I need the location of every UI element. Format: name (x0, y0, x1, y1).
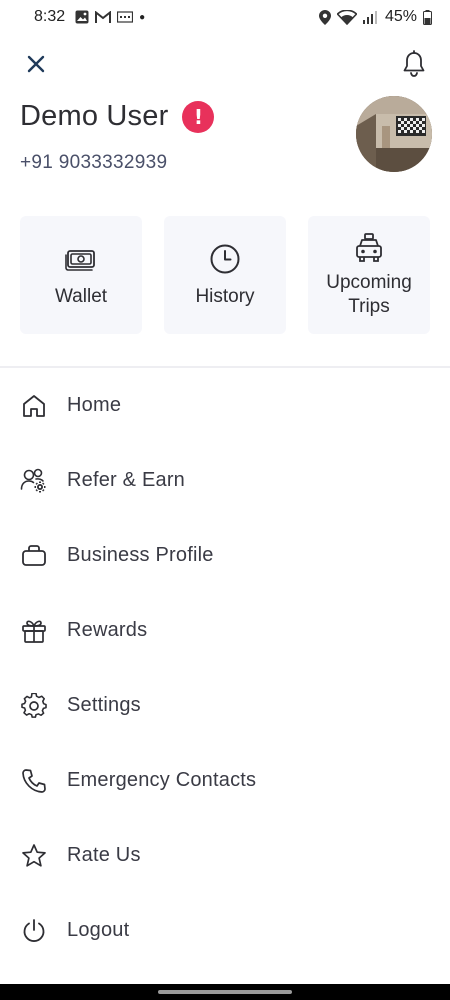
location-icon (318, 9, 331, 25)
menu-item-label: Emergency Contacts (67, 769, 257, 791)
upcoming-trips-card[interactable]: Upcoming Trips (308, 216, 430, 334)
top-actions (0, 48, 450, 80)
profile-phone: +91 9033332939 (20, 152, 168, 173)
status-left: 8:32 ● (34, 8, 145, 26)
menu-item-rate-us[interactable]: Rate Us (0, 818, 450, 893)
phone-icon (20, 767, 48, 795)
history-card[interactable]: History (164, 216, 286, 334)
close-button[interactable] (22, 50, 50, 78)
gear-icon (20, 692, 48, 720)
home-icon (20, 392, 48, 420)
refer-icon (20, 467, 48, 495)
menu-item-logout[interactable]: Logout (0, 893, 450, 968)
menu-item-label: Rate Us (67, 844, 141, 866)
alert-icon: ! (193, 104, 204, 129)
bell-icon (401, 50, 427, 78)
status-right: 45% (318, 8, 432, 26)
menu-item-label: Refer & Earn (67, 469, 186, 491)
sms-icon (117, 11, 134, 23)
avatar[interactable] (356, 96, 432, 172)
status-time: 8:32 (34, 8, 66, 25)
menu-item-label: Logout (67, 919, 130, 941)
profile-alert-badge[interactable]: ! (182, 100, 215, 133)
signal-icon (362, 10, 377, 24)
status-bar: 8:32 ● 45% (0, 0, 450, 34)
star-icon (20, 842, 48, 870)
quick-actions: Wallet History Upcoming Trips (20, 216, 430, 334)
menu-item-label: Business Profile (67, 544, 214, 566)
menu-item-emergency-contacts[interactable]: Emergency Contacts (0, 743, 450, 818)
profile-section: Demo User ! +91 9033332939 (20, 96, 432, 176)
menu-item-business-profile[interactable]: Business Profile (0, 518, 450, 593)
menu-item-refer-earn[interactable]: Refer & Earn (0, 443, 450, 518)
clock-icon (209, 241, 241, 277)
power-icon (20, 917, 48, 945)
menu-item-label: Rewards (67, 619, 148, 641)
menu-list: Home Refer & Earn Business Profile Rewar… (0, 368, 450, 968)
profile-name-row: Demo User ! (20, 100, 215, 133)
close-icon (27, 55, 45, 73)
menu-item-label: Home (67, 394, 122, 416)
history-label: History (195, 286, 255, 307)
gmail-icon (95, 10, 112, 24)
wifi-icon (336, 9, 357, 25)
gift-icon (20, 617, 48, 645)
avatar-image (356, 96, 432, 172)
menu-item-label: Settings (67, 694, 141, 716)
wallet-label: Wallet (54, 286, 108, 307)
briefcase-icon (20, 542, 48, 570)
image-icon (75, 10, 89, 24)
home-gesture-handle[interactable] (158, 990, 292, 994)
system-nav-bar (0, 984, 450, 1000)
battery-text: 45% (384, 8, 417, 25)
profile-name: Demo User (20, 100, 169, 132)
notification-dot: ● (139, 11, 146, 23)
battery-icon (423, 9, 432, 25)
notifications-button[interactable] (398, 48, 430, 80)
menu-item-rewards[interactable]: Rewards (0, 593, 450, 668)
wallet-icon (65, 241, 97, 277)
upcoming-trips-label: Upcoming Trips (326, 272, 412, 317)
menu-item-settings[interactable]: Settings (0, 668, 450, 743)
menu-item-home[interactable]: Home (0, 368, 450, 443)
taxi-icon (354, 231, 384, 267)
wallet-card[interactable]: Wallet (20, 216, 142, 334)
